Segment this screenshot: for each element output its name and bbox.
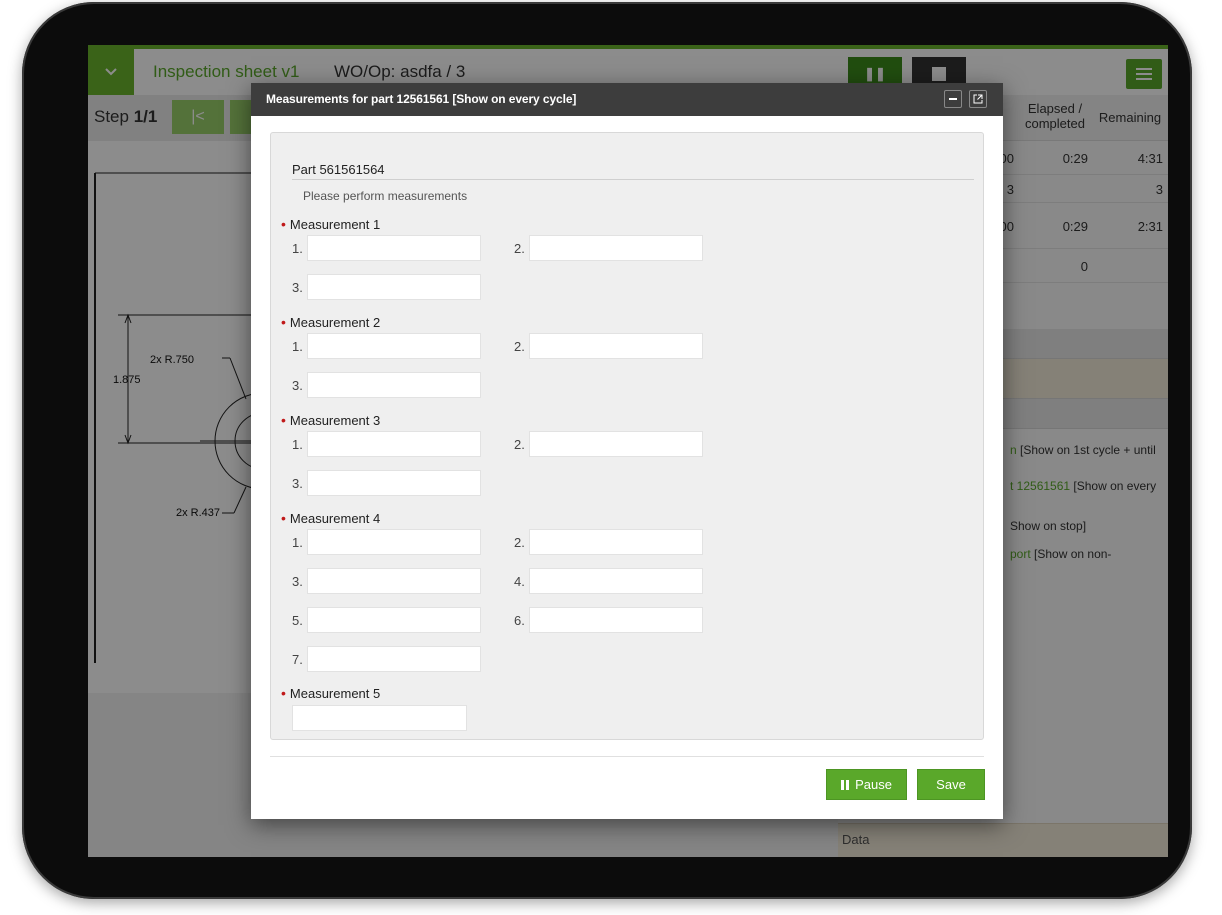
measurement-4-field-3[interactable] bbox=[307, 568, 481, 594]
measurement-3-field-2[interactable] bbox=[529, 431, 703, 457]
part-title: Part 561561564 bbox=[292, 162, 385, 177]
measurement-label: • Measurement 4 bbox=[281, 510, 381, 526]
measurement-2-field-3[interactable] bbox=[307, 372, 481, 398]
divider bbox=[292, 179, 974, 180]
minus-icon bbox=[949, 98, 957, 100]
measurement-4-field-1[interactable] bbox=[307, 529, 481, 555]
pause-icon bbox=[841, 779, 850, 790]
measurement-5-field[interactable] bbox=[292, 705, 467, 731]
tablet-frame: Inspection sheet v1 WO/Op: asdfa / 3 ❚❚ … bbox=[22, 2, 1192, 899]
footer-divider bbox=[270, 756, 984, 757]
measurement-2-field-1[interactable] bbox=[307, 333, 481, 359]
measurement-4-field-6[interactable] bbox=[529, 607, 703, 633]
popout-button[interactable] bbox=[969, 90, 987, 108]
measurement-label: • Measurement 3 bbox=[281, 412, 381, 428]
measurement-4-field-4[interactable] bbox=[529, 568, 703, 594]
pause-button[interactable]: Pause bbox=[826, 769, 907, 800]
measurement-4-field-7[interactable] bbox=[307, 646, 481, 672]
measurement-3-field-1[interactable] bbox=[307, 431, 481, 457]
dialog-title: Measurements for part 12561561 [Show on … bbox=[266, 92, 577, 106]
measurement-4-field-5[interactable] bbox=[307, 607, 481, 633]
measurement-3-field-3[interactable] bbox=[307, 470, 481, 496]
measurement-2-field-2[interactable] bbox=[529, 333, 703, 359]
measurement-form: Part 561561564 Please perform measuremen… bbox=[270, 132, 984, 740]
app-screen: Inspection sheet v1 WO/Op: asdfa / 3 ❚❚ … bbox=[88, 45, 1168, 857]
minimize-button[interactable] bbox=[944, 90, 962, 108]
measurement-label: • Measurement 1 bbox=[281, 216, 381, 232]
save-button[interactable]: Save bbox=[917, 769, 985, 800]
external-link-icon bbox=[973, 94, 983, 104]
measurement-1-field-3[interactable] bbox=[307, 274, 481, 300]
measurement-4-field-2[interactable] bbox=[529, 529, 703, 555]
measurements-dialog: Measurements for part 12561561 [Show on … bbox=[251, 83, 1003, 819]
measurement-1-field-2[interactable] bbox=[529, 235, 703, 261]
dialog-header: Measurements for part 12561561 [Show on … bbox=[251, 83, 1003, 116]
measurement-label: • Measurement 5 bbox=[281, 685, 381, 701]
measurement-1-field-1[interactable] bbox=[307, 235, 481, 261]
help-text: Please perform measurements bbox=[303, 189, 468, 203]
measurement-label: • Measurement 2 bbox=[281, 314, 381, 330]
